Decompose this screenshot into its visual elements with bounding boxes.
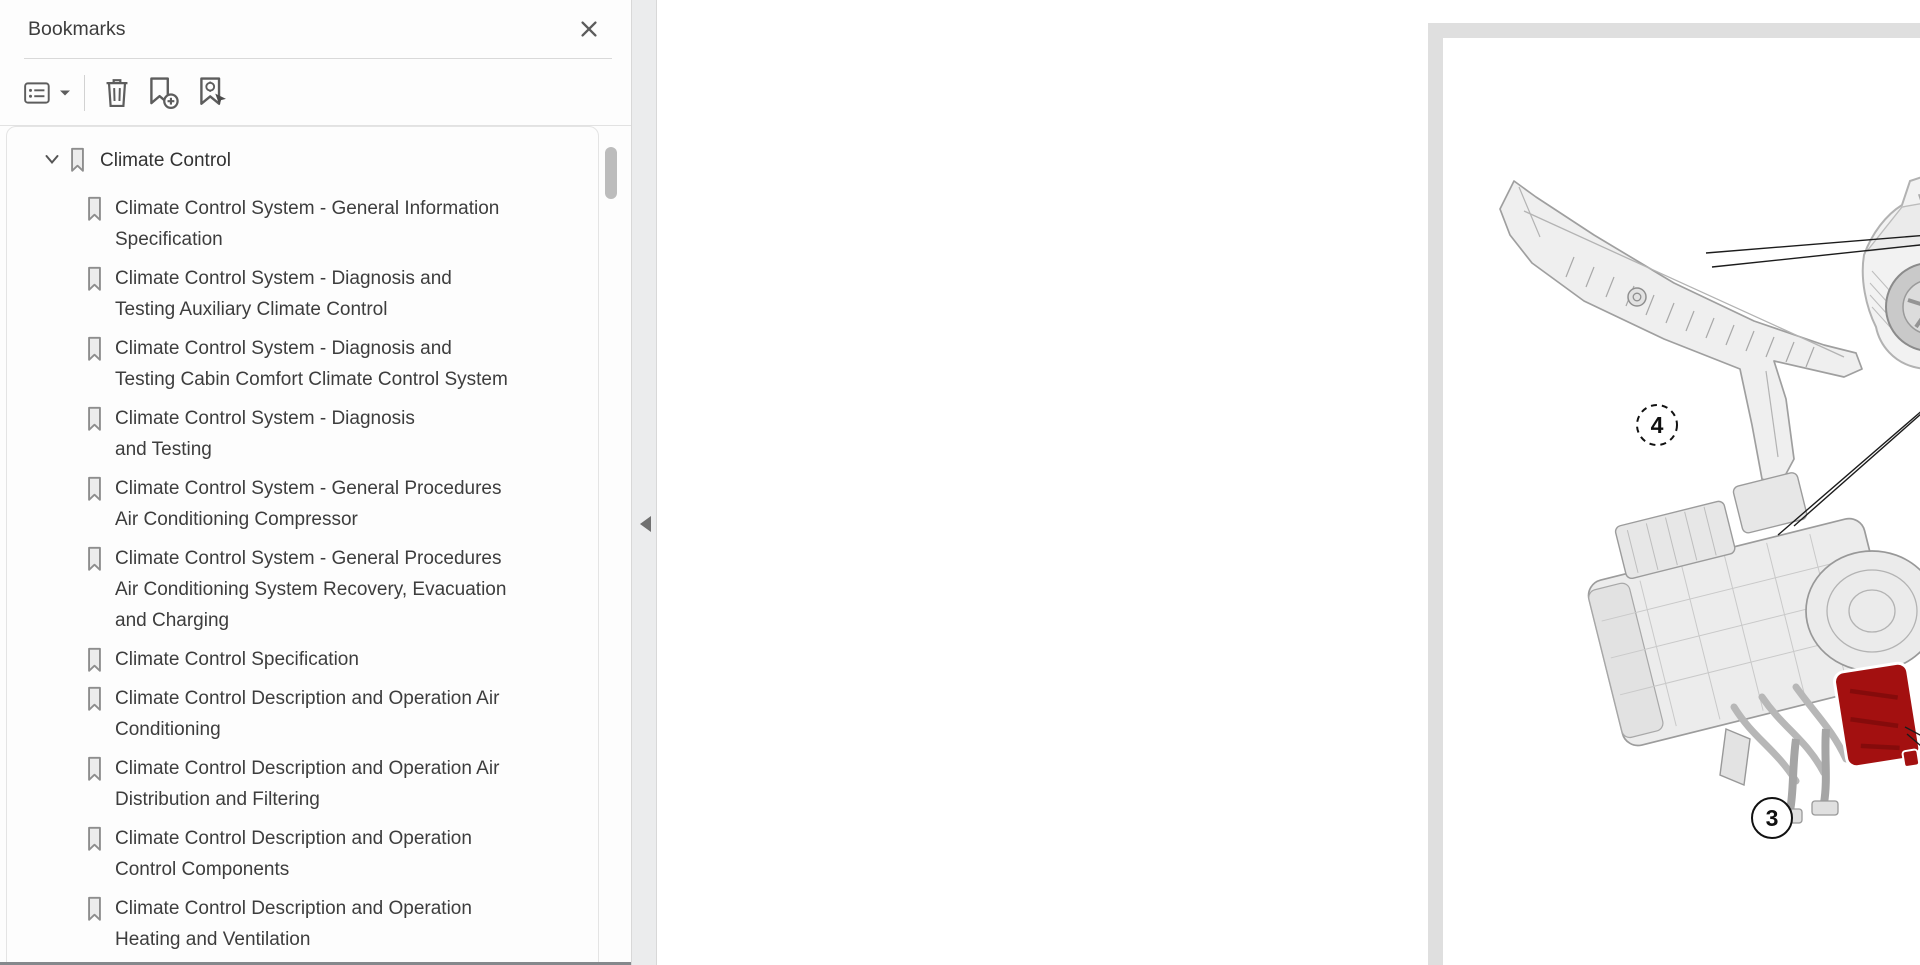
bookmark-item-label: Climate Control Description and Operatio… — [115, 683, 587, 745]
collapse-panel-icon — [640, 516, 651, 532]
panel-splitter[interactable] — [631, 0, 657, 965]
bookmark-icon — [87, 476, 102, 502]
chevron-down-icon — [59, 89, 71, 97]
bookmark-root-label: Climate Control — [100, 145, 231, 176]
bookmark-item[interactable]: Climate Control System - General Procedu… — [7, 543, 599, 636]
bookmark-item-label: Climate Control Description and Operatio… — [115, 753, 587, 815]
bookmark-icon — [87, 196, 102, 222]
bookmark-item[interactable]: Climate Control System - Diagnosis andTe… — [7, 333, 599, 395]
bookmark-icon — [87, 756, 102, 782]
bookmark-item[interactable]: Climate Control Description and Operatio… — [7, 823, 599, 885]
close-panel-button[interactable] — [577, 18, 601, 42]
bookmark-item[interactable]: Climate Control Specification — [7, 644, 599, 675]
bookmark-item[interactable]: Climate Control Description and Operatio… — [7, 753, 599, 815]
chevron-expand-icon[interactable] — [44, 153, 60, 167]
cowl-panel-part — [1500, 181, 1862, 485]
bookmark-item-label: Climate Control System - General Informa… — [115, 193, 587, 255]
callout-3: 3 — [1752, 798, 1792, 838]
bookmark-item[interactable]: Climate Control System - General Procedu… — [7, 473, 599, 535]
callout-4-number: 4 — [1651, 412, 1664, 438]
bookmarks-panel: Bookmarks — [0, 0, 631, 965]
panel-scrollbar-thumb[interactable] — [605, 147, 617, 199]
bookmark-item-label: Climate Control System - General Procedu… — [115, 473, 587, 535]
vehicle-hvac-diagram: 1 2 3 4 — [1444, 39, 1920, 965]
bookmark-icon — [87, 266, 102, 292]
document-page: 1 2 3 4 — [657, 0, 1920, 965]
header-separator — [24, 58, 612, 59]
bookmark-list: Climate Control System - General Informa… — [7, 193, 599, 955]
bookmark-icon — [87, 406, 102, 432]
bookmarks-tree-container: Climate Control Climate Control System -… — [6, 126, 599, 965]
toolbar-divider — [84, 75, 85, 111]
pdf-viewer-window: Bookmarks — [0, 0, 1920, 965]
bookmark-icon — [70, 147, 85, 173]
trash-icon — [102, 77, 132, 109]
bookmark-item[interactable]: Climate Control System - General Informa… — [7, 193, 599, 255]
vehicle-illustration — [1863, 136, 1920, 589]
bookmark-options-button[interactable] — [21, 77, 73, 109]
goto-bookmark-button[interactable] — [194, 74, 234, 112]
bookmark-item-label: Climate Control Description and Operatio… — [115, 893, 587, 955]
add-bookmark-icon — [146, 76, 182, 110]
hvac-unit-part — [1571, 459, 1920, 823]
goto-bookmark-icon — [196, 76, 232, 110]
bookmark-item-label: Climate Control Specification — [115, 644, 587, 675]
bookmarks-toolbar — [0, 62, 631, 124]
bookmark-icon — [87, 336, 102, 362]
bookmark-item[interactable]: Climate Control System - Diagnosis andTe… — [7, 263, 599, 325]
bookmark-item[interactable]: Climate Control Description and Operatio… — [7, 683, 599, 745]
bookmark-item-label: Climate Control System - Diagnosisand Te… — [115, 403, 587, 465]
close-icon — [579, 19, 599, 39]
bookmark-item-label: Climate Control System - Diagnosis andTe… — [115, 263, 587, 325]
delete-bookmark-button[interactable] — [100, 75, 134, 111]
bookmarks-panel-header: Bookmarks — [0, 0, 631, 58]
bookmark-icon — [87, 546, 102, 572]
options-menu-icon — [23, 79, 53, 107]
bookmark-item-label: Climate Control System - Diagnosis andTe… — [115, 333, 587, 395]
callout-4: 4 — [1637, 405, 1677, 445]
bookmark-icon — [87, 686, 102, 712]
bookmark-root-item[interactable]: Climate Control — [7, 145, 599, 176]
bookmark-item[interactable]: Climate Control Description and Operatio… — [7, 893, 599, 955]
bookmark-icon — [87, 826, 102, 852]
bookmark-item[interactable]: Climate Control System - Diagnosisand Te… — [7, 403, 599, 465]
bookmarks-tree: Climate Control Climate Control System -… — [7, 145, 599, 963]
add-bookmark-button[interactable] — [144, 74, 184, 112]
bookmark-item-label: Climate Control System - General Procedu… — [115, 543, 587, 636]
callout-3-number: 3 — [1766, 805, 1779, 831]
panel-title: Bookmarks — [28, 0, 126, 58]
bookmark-icon — [87, 647, 102, 673]
collapse-panel-button[interactable] — [638, 504, 652, 536]
bookmark-item-label: Climate Control Description and Operatio… — [115, 823, 587, 885]
bookmark-icon — [87, 896, 102, 922]
